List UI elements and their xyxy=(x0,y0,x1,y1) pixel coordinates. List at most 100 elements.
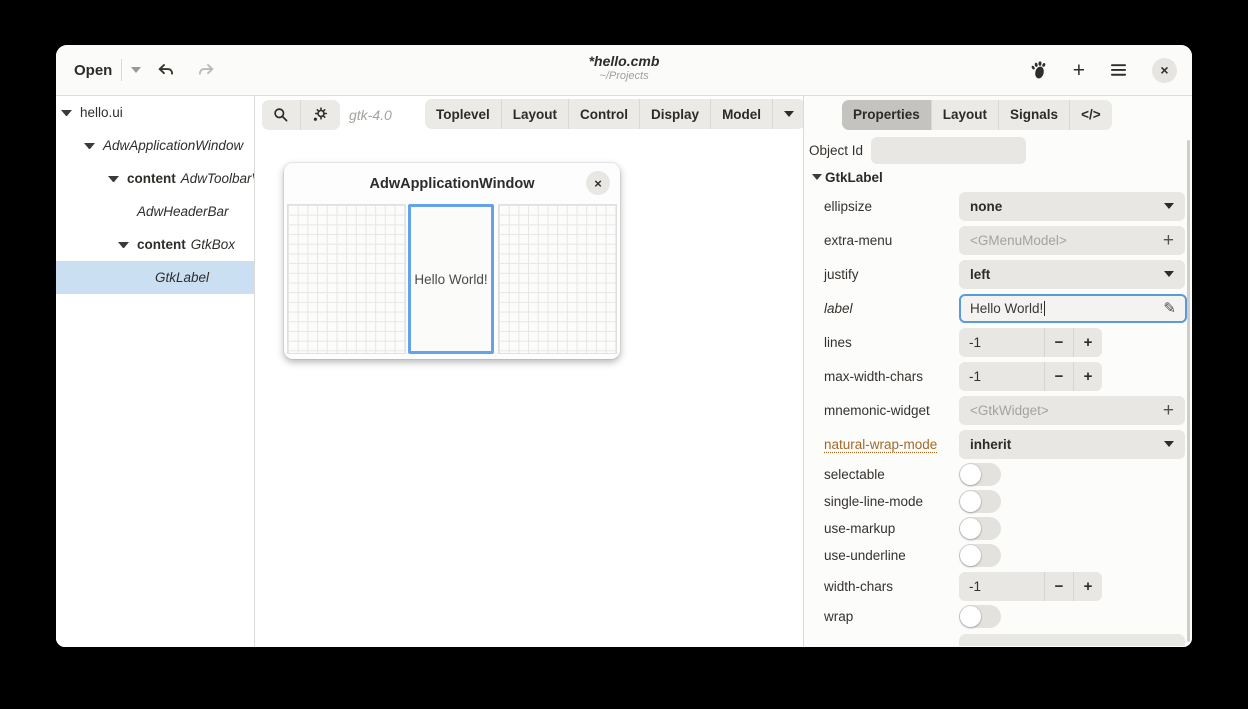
placeholder-grid-right[interactable] xyxy=(498,204,617,354)
add-object-button[interactable]: + xyxy=(1163,401,1174,420)
expander-arrow-icon[interactable] xyxy=(118,242,129,248)
class-tab-model[interactable]: Model xyxy=(710,99,772,129)
workspace-canvas[interactable]: AdwApplicationWindow × Hello World! xyxy=(255,133,803,647)
tree-item-adwheaderbar[interactable]: AdwHeaderBar xyxy=(56,195,254,228)
object-placeholder: <GtkWidget> xyxy=(970,403,1049,418)
tree-item-gtklabel[interactable]: GtkLabel xyxy=(56,261,254,294)
window-title-area: *hello.cmb ~/Projects xyxy=(56,53,1192,82)
preview-window[interactable]: AdwApplicationWindow × Hello World! xyxy=(284,163,620,359)
property-label-natural-wrap-mode[interactable]: natural-wrap-mode xyxy=(824,437,959,452)
preview-header-bar[interactable]: AdwApplicationWindow × xyxy=(284,163,620,204)
redo-button[interactable] xyxy=(197,61,215,79)
class-tab-label: Display xyxy=(651,107,699,122)
use-markup-switch[interactable] xyxy=(959,517,1001,540)
expander-arrow-icon[interactable] xyxy=(61,110,72,116)
wrap-switch[interactable] xyxy=(959,605,1001,628)
inspector-scrollbar[interactable] xyxy=(1187,140,1190,642)
property-label-single-line-mode: single-line-mode xyxy=(824,494,959,509)
object-id-input[interactable] xyxy=(871,137,1026,164)
class-tab-control[interactable]: Control xyxy=(568,99,639,129)
max-width-chars-spin-button[interactable]: -1−+ xyxy=(959,362,1102,391)
selected-gtklabel-widget[interactable]: Hello World! xyxy=(408,204,494,354)
window-subtitle: ~/Projects xyxy=(56,70,1192,82)
inspector-tab-signals[interactable]: Signals xyxy=(998,100,1069,130)
target-version-label: gtk-4.0 xyxy=(349,107,392,123)
class-tab-display[interactable]: Display xyxy=(639,99,710,129)
preferences-button[interactable] xyxy=(300,100,340,130)
inspector-tab-code[interactable]: </> xyxy=(1069,100,1112,130)
property-row-width-chars: width-chars-1−+ xyxy=(824,569,1192,603)
property-label-max-width-chars: max-width-chars xyxy=(824,369,959,384)
redo-icon xyxy=(197,61,215,79)
more-classes-button[interactable] xyxy=(772,99,805,129)
inspector-tab-properties[interactable]: Properties xyxy=(842,100,931,130)
inspector-tab-label: </> xyxy=(1081,107,1101,122)
class-tab-label: Toplevel xyxy=(436,107,490,122)
label-text-entry[interactable]: Hello World!✎ xyxy=(959,294,1187,323)
switch-knob xyxy=(960,518,981,539)
workspace: gtk-4.0 Toplevel Layout Control Display Mode… xyxy=(255,96,803,647)
tree-item-hello.ui[interactable]: hello.ui xyxy=(56,96,254,129)
decrement-button[interactable]: − xyxy=(1044,572,1073,601)
edit-pencil-icon[interactable]: ✎ xyxy=(1163,299,1176,317)
expander-arrow-icon[interactable] xyxy=(84,143,95,149)
tree-item-gtkbox[interactable]: contentGtkBox xyxy=(56,228,254,261)
property-row-use-underline: use-underline xyxy=(824,542,1192,569)
switch-knob xyxy=(960,606,981,627)
property-row-wrap: wrap xyxy=(824,603,1192,630)
placeholder-grid-left[interactable] xyxy=(287,204,406,354)
mnemonic-widget-object-field[interactable]: <GtkWidget> + xyxy=(959,396,1185,425)
window-close-button[interactable]: × xyxy=(1152,58,1177,83)
dropdown-value: left xyxy=(970,267,990,282)
use-underline-switch[interactable] xyxy=(959,544,1001,567)
increment-button[interactable]: + xyxy=(1073,362,1102,391)
increment-button[interactable]: + xyxy=(1073,328,1102,357)
about-gnome-button[interactable] xyxy=(1028,60,1048,80)
decrement-button[interactable]: − xyxy=(1044,362,1073,391)
single-line-mode-switch[interactable] xyxy=(959,490,1001,513)
lines-spin-button[interactable]: -1−+ xyxy=(959,328,1102,357)
property-row-single-line-mode: single-line-mode xyxy=(824,488,1192,515)
add-ui-button[interactable]: + xyxy=(1073,60,1085,81)
preview-close-button[interactable]: × xyxy=(586,171,610,195)
search-button[interactable] xyxy=(262,100,300,130)
natural-wrap-mode-dropdown[interactable]: inherit xyxy=(959,430,1185,459)
spin-value[interactable]: -1 xyxy=(959,335,1044,350)
width-chars-spin-button[interactable]: -1−+ xyxy=(959,572,1102,601)
spin-value[interactable]: -1 xyxy=(959,579,1044,594)
class-section-expander[interactable]: GtkLabel xyxy=(812,165,1192,189)
dropdown-value: inherit xyxy=(970,437,1011,452)
widget-tree-panel: hello.uiAdwApplicationWindowcontentAdwTo… xyxy=(56,96,255,647)
gnome-foot-icon xyxy=(1028,60,1048,80)
property-row-max-width-chars: max-width-chars-1−+ xyxy=(824,359,1192,393)
undo-icon xyxy=(157,61,175,79)
class-tab-label: Control xyxy=(580,107,628,122)
undo-button[interactable] xyxy=(157,61,175,79)
tree-item-adwtoolbarview[interactable]: contentAdwToolbarView xyxy=(56,162,254,195)
increment-button[interactable]: + xyxy=(1073,572,1102,601)
class-tab-toplevel[interactable]: Toplevel xyxy=(425,99,501,129)
justify-dropdown[interactable]: left xyxy=(959,260,1185,289)
tree-item-adwapplicationwindow[interactable]: AdwApplicationWindow xyxy=(56,129,254,162)
inspector-tabs: Properties LayoutSignals </> xyxy=(842,100,1112,130)
expander-arrow-icon xyxy=(812,174,822,180)
class-tab-layout[interactable]: Layout xyxy=(501,99,568,129)
open-menu-chevron-down-icon[interactable] xyxy=(131,67,141,73)
workspace-toolbar: gtk-4.0 Toplevel Layout Control Display Mode… xyxy=(255,96,803,133)
open-button[interactable]: Open xyxy=(74,59,141,81)
selectable-switch[interactable] xyxy=(959,463,1001,486)
extra-menu-object-field[interactable]: <GMenuModel>+ xyxy=(959,226,1185,255)
add-object-button[interactable]: + xyxy=(1163,231,1174,250)
window-title: *hello.cmb xyxy=(56,53,1192,69)
chevron-down-icon xyxy=(784,111,794,117)
property-label-ellipsize: ellipsize xyxy=(824,199,959,214)
decrement-button[interactable]: − xyxy=(1044,328,1073,357)
expander-arrow-icon[interactable] xyxy=(108,176,119,182)
inspector-tab-label: Properties xyxy=(853,107,920,122)
ellipsize-dropdown[interactable]: none xyxy=(959,192,1185,221)
inspector-tab-layout[interactable]: Layout xyxy=(931,100,998,130)
switch-knob xyxy=(960,545,981,566)
main-menu-button[interactable] xyxy=(1110,63,1127,77)
property-label-justify: justify xyxy=(824,267,959,282)
spin-value[interactable]: -1 xyxy=(959,369,1044,384)
